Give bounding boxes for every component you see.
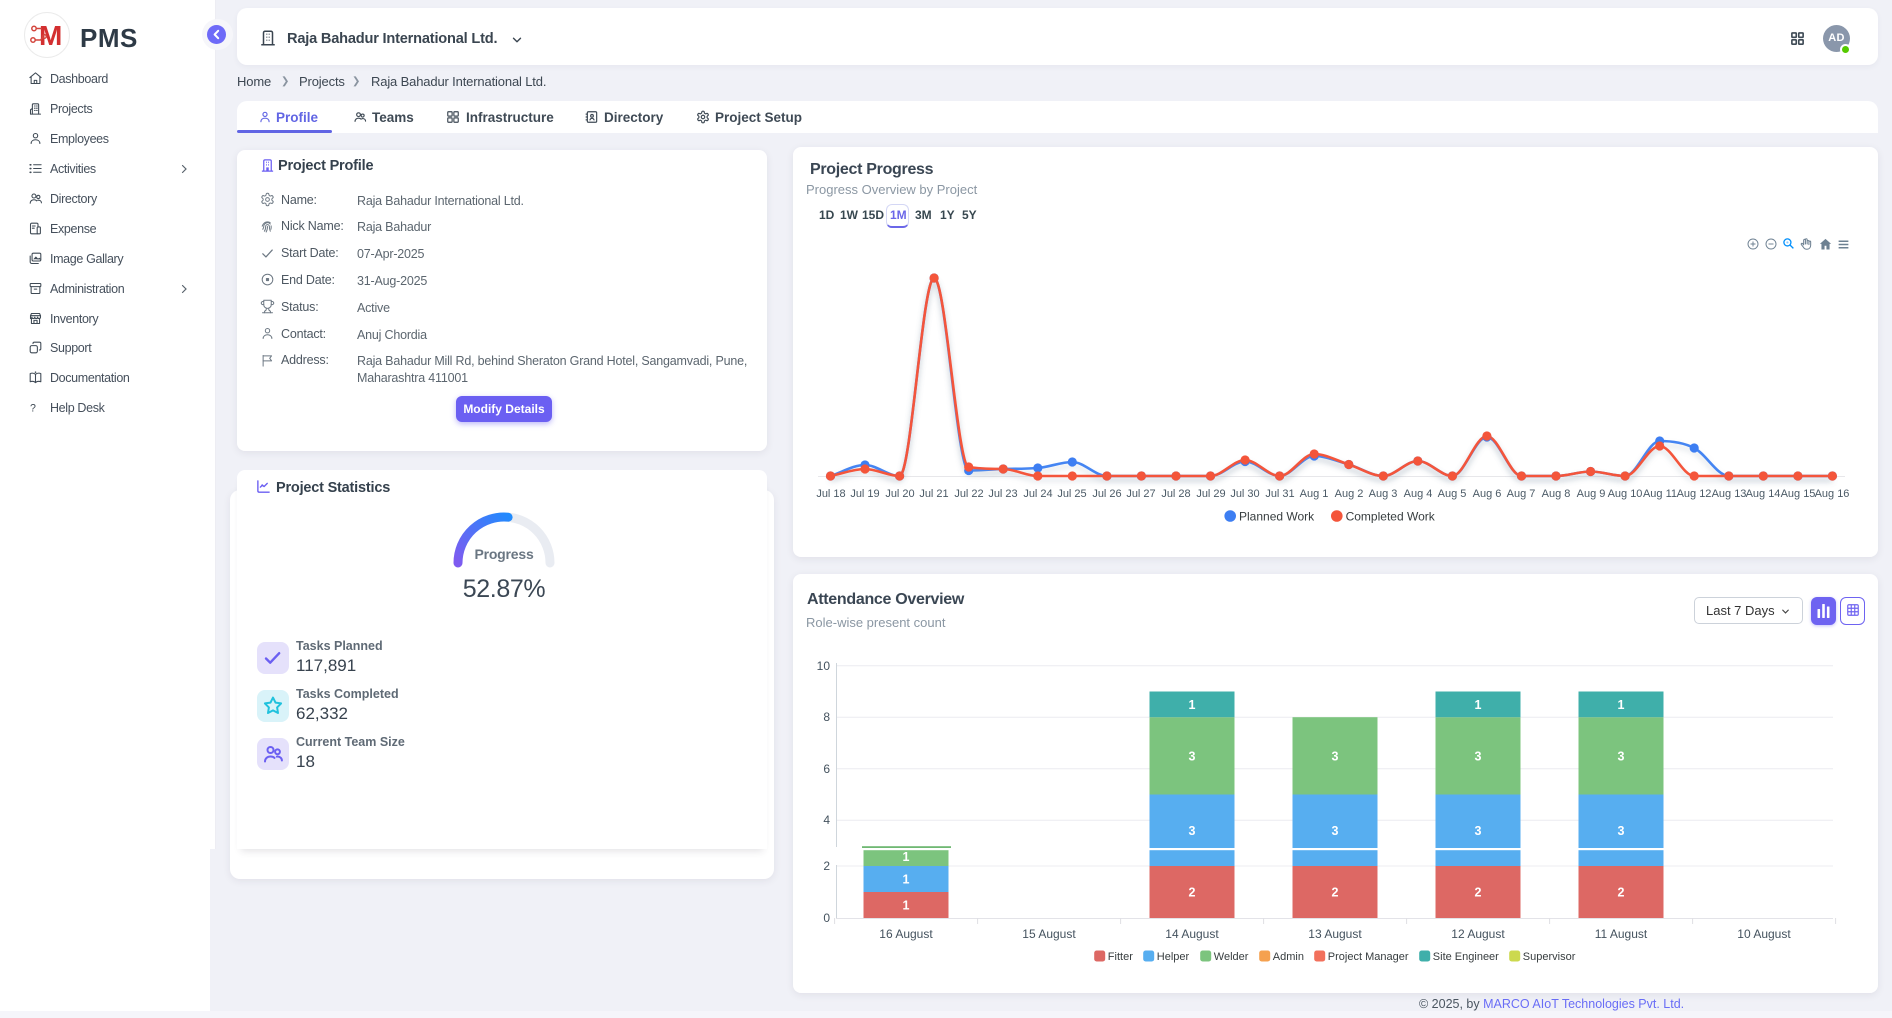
- svg-text:13 August: 13 August: [1308, 927, 1362, 941]
- svg-text:1: 1: [903, 873, 910, 887]
- svg-text:1: 1: [903, 899, 910, 913]
- svg-text:Aug 13: Aug 13: [1712, 488, 1747, 500]
- svg-text:Aug 7: Aug 7: [1507, 488, 1536, 500]
- svg-text:3: 3: [1475, 824, 1482, 838]
- svg-text:2: 2: [1618, 886, 1625, 900]
- svg-text:Welder: Welder: [1214, 951, 1249, 963]
- svg-text:2: 2: [1475, 886, 1482, 900]
- svg-text:Jul 21: Jul 21: [919, 488, 948, 500]
- svg-text:10: 10: [817, 659, 831, 673]
- svg-text:Supervisor: Supervisor: [1523, 951, 1576, 963]
- svg-text:Aug 10: Aug 10: [1608, 488, 1643, 500]
- svg-text:1: 1: [903, 850, 910, 864]
- svg-text:3: 3: [1189, 749, 1196, 763]
- svg-text:Aug 11: Aug 11: [1643, 488, 1677, 500]
- svg-text:?: ?: [30, 402, 36, 414]
- svg-text:Site Engineer: Site Engineer: [1433, 951, 1499, 963]
- svg-text:6: 6: [823, 762, 830, 776]
- svg-text:Helper: Helper: [1157, 951, 1190, 963]
- svg-text:Jul 25: Jul 25: [1057, 488, 1086, 500]
- svg-text:Planned Work: Planned Work: [1239, 510, 1315, 524]
- svg-text:Aug 3: Aug 3: [1369, 488, 1398, 500]
- svg-text:Jul 31: Jul 31: [1265, 488, 1294, 500]
- svg-text:4: 4: [823, 813, 830, 827]
- svg-text:10 August: 10 August: [1737, 927, 1791, 941]
- svg-text:3: 3: [1618, 749, 1625, 763]
- svg-text:Jul 30: Jul 30: [1230, 488, 1259, 500]
- svg-text:Jul 22: Jul 22: [954, 488, 983, 500]
- svg-text:Aug 8: Aug 8: [1542, 488, 1571, 500]
- svg-text:0: 0: [823, 911, 830, 925]
- svg-text:Jul 20: Jul 20: [885, 488, 914, 500]
- svg-text:8: 8: [823, 710, 830, 724]
- svg-text:3: 3: [1475, 749, 1482, 763]
- svg-text:12 August: 12 August: [1451, 927, 1505, 941]
- svg-text:Aug 1: Aug 1: [1300, 488, 1329, 500]
- svg-text:1: 1: [1189, 698, 1196, 712]
- svg-text:2: 2: [1189, 886, 1196, 900]
- svg-text:Project Manager: Project Manager: [1328, 951, 1409, 963]
- svg-text:Admin: Admin: [1273, 951, 1304, 963]
- svg-text:Aug 6: Aug 6: [1473, 488, 1502, 500]
- svg-text:1: 1: [1618, 698, 1625, 712]
- svg-text:Jul 24: Jul 24: [1023, 488, 1052, 500]
- svg-text:14 August: 14 August: [1165, 927, 1219, 941]
- svg-text:Aug 14: Aug 14: [1746, 488, 1781, 500]
- svg-text:3: 3: [1618, 824, 1625, 838]
- svg-text:Jul 23: Jul 23: [988, 488, 1017, 500]
- svg-text:Aug 12: Aug 12: [1677, 488, 1712, 500]
- svg-text:Aug 4: Aug 4: [1404, 488, 1433, 500]
- svg-text:Fitter: Fitter: [1108, 951, 1133, 963]
- svg-text:Jul 27: Jul 27: [1126, 488, 1155, 500]
- svg-text:3: 3: [1332, 824, 1339, 838]
- svg-text:3: 3: [1332, 749, 1339, 763]
- svg-text:11 August: 11 August: [1595, 927, 1648, 941]
- svg-text:Jul 26: Jul 26: [1092, 488, 1121, 500]
- svg-text:2: 2: [823, 859, 830, 873]
- svg-text:15 August: 15 August: [1022, 927, 1076, 941]
- svg-text:Aug 15: Aug 15: [1781, 488, 1816, 500]
- svg-text:16 August: 16 August: [879, 927, 933, 941]
- svg-text:Aug 9: Aug 9: [1577, 488, 1606, 500]
- svg-text:2: 2: [1332, 886, 1339, 900]
- svg-text:Jul 29: Jul 29: [1196, 488, 1225, 500]
- svg-text:Aug 2: Aug 2: [1335, 488, 1364, 500]
- svg-text:Completed Work: Completed Work: [1346, 510, 1436, 524]
- svg-text:Jul 18: Jul 18: [816, 488, 845, 500]
- svg-text:Jul 28: Jul 28: [1161, 488, 1190, 500]
- svg-text:3: 3: [1189, 824, 1196, 838]
- svg-text:Aug 16: Aug 16: [1815, 488, 1850, 500]
- svg-text:Aug 5: Aug 5: [1438, 488, 1467, 500]
- svg-text:Jul 19: Jul 19: [850, 488, 879, 500]
- svg-text:1: 1: [1475, 698, 1482, 712]
